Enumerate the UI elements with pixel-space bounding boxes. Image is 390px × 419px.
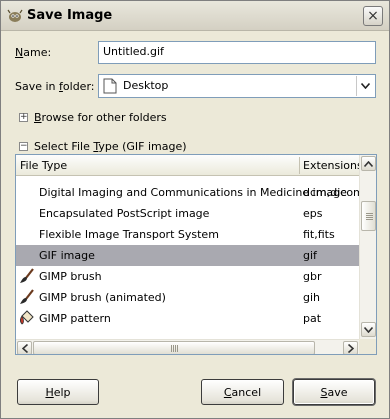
file-type-name: Digital Imaging and Communications in Me…: [39, 186, 347, 199]
file-type-label-prefix: Select File: [34, 140, 94, 153]
help-label: elp: [53, 385, 71, 399]
list-header: File Type Extensions: [16, 155, 363, 176]
cancel-mnemonic: C: [223, 385, 232, 399]
horizontal-scroll-thumb[interactable]: [33, 341, 315, 354]
save-button[interactable]: Save: [293, 379, 375, 405]
grip-icon: [365, 213, 373, 220]
save-folder-value: Desktop: [123, 79, 169, 92]
list-item[interactable]: Flexible Image Transport System fit,fits: [16, 224, 359, 245]
pattern-icon: [20, 310, 34, 325]
list-item[interactable]: Encapsulated PostScript image eps: [16, 203, 359, 224]
folder-label-prefix: Save in: [15, 80, 60, 93]
file-type-label-rest: ype (GIF image): [98, 140, 187, 153]
grip-icon: [171, 345, 178, 352]
list-item[interactable]: GIMP brush gbr: [16, 266, 359, 287]
filename-input[interactable]: Untitled.gif: [98, 41, 376, 64]
save-mnemonic: S: [320, 385, 328, 399]
browse-folders-toggle[interactable]: Browse for other folders: [34, 111, 167, 124]
list-item[interactable]: GIMP brush (animated) gih: [16, 287, 359, 308]
file-type-name: GIMP brush: [39, 270, 102, 283]
scroll-corner: [359, 339, 376, 354]
chevron-up-icon: [364, 160, 373, 167]
file-type-name: Flexible Image Transport System: [39, 228, 219, 241]
browse-label-mnemonic: B: [34, 111, 42, 124]
file-type-expander-icon[interactable]: −: [19, 142, 28, 151]
file-type-ext: gih: [303, 291, 321, 304]
name-label-rest: ame:: [23, 46, 52, 59]
browse-label-rest: rowse for other folders: [41, 111, 167, 124]
list-item-selected[interactable]: GIF image gif: [16, 245, 359, 266]
folder-icon: [103, 78, 117, 94]
file-type-rows: Digital Imaging and Communications in Me…: [16, 176, 359, 339]
browse-expander-icon[interactable]: +: [19, 113, 28, 122]
save-label: ave: [327, 385, 348, 399]
name-label-mnemonic: N: [15, 46, 24, 59]
file-type-ext: pat: [303, 312, 322, 325]
scroll-up-button[interactable]: [361, 156, 376, 171]
folder-label: Save in folder:: [15, 80, 94, 93]
file-type-ext: fit,fits: [303, 228, 335, 241]
horizontal-scrollbar[interactable]: [16, 339, 359, 354]
file-type-name: GIMP pattern: [39, 312, 111, 325]
window-title: Save Image: [27, 8, 113, 23]
file-type-name: GIF image: [39, 249, 95, 262]
file-type-name: Encapsulated PostScript image: [39, 207, 210, 220]
chevron-down-icon: [364, 326, 373, 333]
vertical-scrollbar[interactable]: [359, 155, 376, 339]
column-header-extensions[interactable]: Extensions: [303, 159, 363, 172]
chevron-right-icon: [347, 343, 354, 353]
vertical-scroll-thumb[interactable]: [361, 201, 376, 231]
column-header-file-type[interactable]: File Type: [20, 159, 67, 172]
cancel-button[interactable]: Cancel: [201, 379, 284, 405]
file-type-ext: eps: [303, 207, 323, 220]
scroll-down-button[interactable]: [361, 322, 376, 337]
list-item[interactable]: GIMP pattern pat: [16, 308, 359, 329]
folder-label-rest: older:: [62, 80, 95, 93]
list-item[interactable]: Digital Imaging and Communications in Me…: [16, 182, 359, 203]
name-label: Name:: [15, 46, 51, 59]
help-mnemonic: H: [45, 385, 54, 399]
chevron-down-icon[interactable]: [356, 76, 374, 96]
column-divider[interactable]: [299, 157, 300, 174]
brush-icon: [20, 268, 34, 283]
save-folder-select[interactable]: Desktop: [98, 74, 376, 98]
file-type-list[interactable]: File Type Extensions Digital Imaging and…: [15, 154, 377, 355]
brush-icon: [20, 289, 34, 304]
file-type-ext: dcm,dicom: [303, 186, 359, 199]
title-bar[interactable]: Save Image ×: [1, 1, 389, 31]
file-type-name: GIMP brush (animated): [39, 291, 166, 304]
cancel-label: ancel: [231, 385, 262, 399]
select-file-type-toggle[interactable]: Select File Type (GIF image): [34, 140, 187, 153]
scroll-left-button[interactable]: [17, 341, 32, 354]
scroll-right-button[interactable]: [343, 341, 358, 354]
file-type-ext: gbr: [303, 270, 322, 283]
save-image-dialog: Save Image × Name: Untitled.gif Save in …: [0, 0, 390, 419]
file-type-ext: gif: [303, 249, 317, 262]
help-button[interactable]: Help: [17, 379, 99, 405]
close-icon: ×: [367, 8, 379, 24]
close-button[interactable]: ×: [363, 6, 383, 26]
chevron-left-icon: [21, 343, 28, 353]
gimp-icon: [7, 9, 23, 22]
